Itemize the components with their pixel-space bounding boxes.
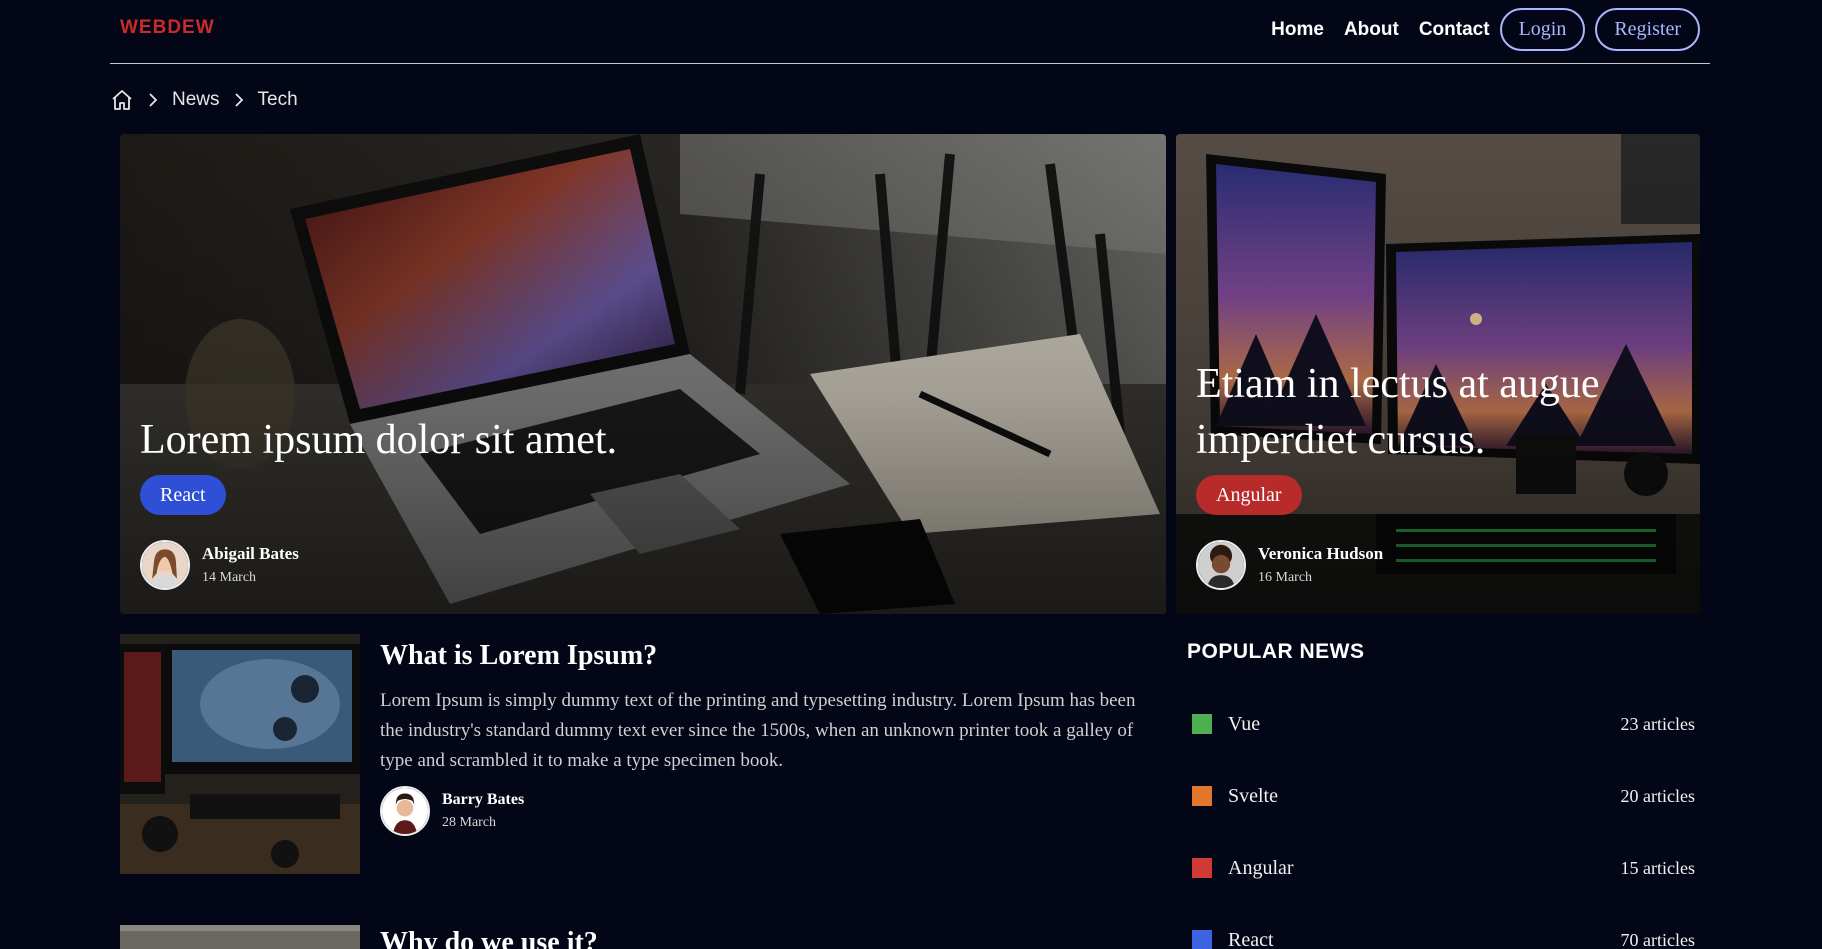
popular-item-vue[interactable]: Vue 23 articles [1187,688,1695,760]
category-color-square [1192,858,1212,878]
author-name[interactable]: Abigail Bates [202,544,299,564]
author-name[interactable]: Veronica Hudson [1258,544,1383,564]
featured-author: Veronica Hudson 16 March [1196,540,1383,590]
featured-title[interactable]: Lorem ipsum dolor sit amet. [140,412,617,468]
nav-link-home[interactable]: Home [1271,19,1324,41]
featured-title[interactable]: Etiam in lectus at augue imperdiet cursu… [1196,356,1676,468]
popular-news: POPULAR NEWS Vue 23 articles Svelte 20 a… [1187,640,1695,949]
avatar [140,540,190,590]
popular-item-svelte[interactable]: Svelte 20 articles [1187,760,1695,832]
chevron-right-icon [146,91,160,109]
author-name[interactable]: Barry Bates [442,791,524,809]
tag-badge-angular[interactable]: Angular [1196,475,1302,515]
register-button[interactable]: Register [1595,8,1700,51]
breadcrumb-item-news[interactable]: News [172,89,220,111]
article-excerpt: Lorem Ipsum is simply dummy text of the … [380,690,1136,771]
article-thumbnail[interactable] [120,925,360,949]
main-nav: Home About Contact Login Register [1251,8,1700,51]
article-item: Why do we use it? [120,925,1166,949]
article-thumbnail[interactable] [120,634,360,874]
post-date: 14 March [202,570,257,585]
post-date: 16 March [1258,570,1313,585]
article-title[interactable]: What is Lorem Ipsum? [380,640,1160,672]
nav-link-about[interactable]: About [1344,19,1399,41]
breadcrumb-item-tech[interactable]: Tech [258,89,298,111]
tag-badge-react[interactable]: React [140,475,226,515]
article-author: Barry Bates 28 March [380,786,1160,836]
login-button[interactable]: Login [1499,8,1586,51]
category-label: React [1228,928,1274,949]
category-color-square [1192,930,1212,949]
featured-card[interactable]: Etiam in lectus at augue imperdiet cursu… [1176,134,1700,614]
home-icon[interactable] [110,88,134,112]
nav-link-contact[interactable]: Contact [1419,19,1490,41]
popular-item-angular[interactable]: Angular 15 articles [1187,832,1695,904]
article-title[interactable]: Why do we use it? [380,927,1160,949]
popular-news-title: POPULAR NEWS [1187,640,1365,663]
site-header: WEBDEW Home About Contact Login Register [110,0,1710,64]
popular-news-list: Vue 23 articles Svelte 20 articles Angul… [1187,688,1695,949]
category-label: Angular [1228,856,1294,879]
popular-item-react[interactable]: React 70 articles [1187,904,1695,949]
post-date: 28 March [442,815,497,830]
site-logo[interactable]: WEBDEW [120,17,215,39]
chevron-right-icon [232,91,246,109]
article-count: 15 articles [1620,857,1695,878]
featured-author: Abigail Bates 14 March [140,540,299,590]
breadcrumb: News Tech [110,86,298,114]
article-count: 23 articles [1620,713,1695,734]
category-color-square [1192,714,1212,734]
article-count: 20 articles [1620,785,1695,806]
category-label: Vue [1228,712,1261,735]
featured-card[interactable]: Lorem ipsum dolor sit amet. React Abigai… [120,134,1166,614]
avatar [380,786,430,836]
category-color-square [1192,786,1212,806]
article-count: 70 articles [1620,929,1695,949]
article-item: What is Lorem Ipsum? Lorem Ipsum is simp… [120,634,1166,874]
category-label: Svelte [1228,784,1278,807]
avatar [1196,540,1246,590]
